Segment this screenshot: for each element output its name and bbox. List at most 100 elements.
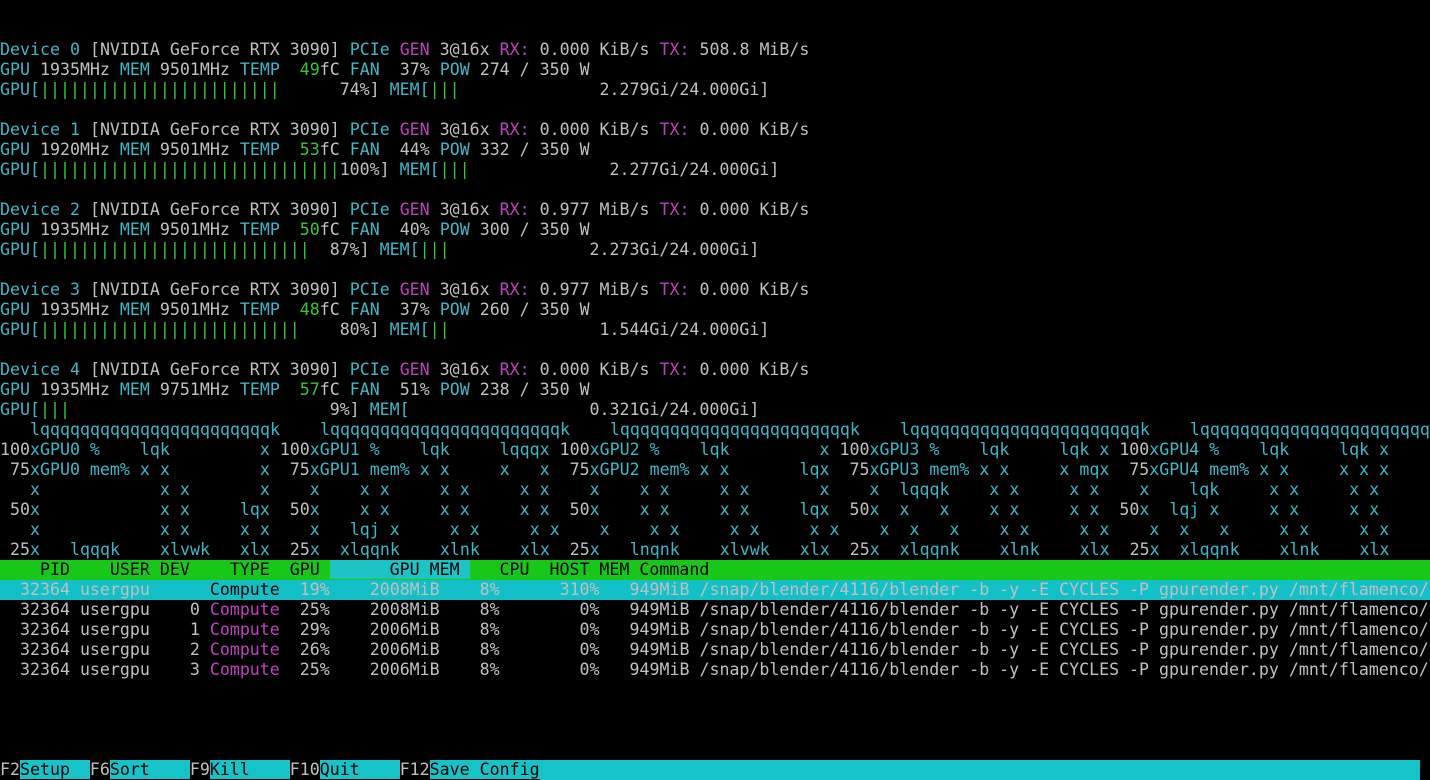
gpu-clock-label: GPU — [0, 300, 30, 319]
mem-clock-label: MEM — [119, 60, 150, 79]
gpu-util-percent: 100%] — [339, 160, 390, 179]
mem-usage-value: 2.273Gi/24.000Gi] — [589, 240, 760, 259]
mem-clock-value: 9501MHz — [159, 60, 230, 79]
device-name: [NVIDIA GeForce RTX 3090] — [89, 200, 340, 219]
tx-label: TX: — [659, 40, 690, 59]
temp-unit: fC — [319, 300, 340, 319]
fan-value: 37% — [399, 60, 430, 79]
gpu-mem-percent-cell: 8% — [459, 620, 500, 639]
user-cell: usergpu — [79, 640, 150, 659]
mem-usage-value: 2.277Gi/24.000Gi] — [609, 160, 780, 179]
process-row[interactable]: 32364 usergpu 2 Compute 26% 2006MiB 8% 0… — [0, 640, 1430, 660]
device-block: Device 1 [NVIDIA GeForce RTX 3090] PCIe … — [0, 120, 1430, 200]
function-key[interactable]: F2 — [0, 760, 20, 779]
fan-label: FAN — [349, 60, 380, 79]
cpu-cell: 0% — [529, 660, 600, 679]
gpu-history-graphs: lqqqqqqqqqqqqqqqqqqqqqqqk lqqqqqqqqqqqqq… — [0, 380, 1430, 599]
function-key-bar: F2Setup F6Sort F9Kill F10Quit F12Save Co… — [0, 760, 1430, 780]
dev-cell: 1 — [179, 620, 200, 639]
pcie-label: PCIe — [349, 120, 390, 139]
function-key[interactable]: F10 — [289, 760, 320, 779]
function-key-label[interactable]: Save Config — [429, 760, 540, 779]
gpu-mem-cell: 2006MiB — [359, 620, 440, 639]
process-row[interactable]: 32364 usergpu 0 Compute 25% 2008MiB 8% 0… — [0, 600, 1430, 620]
gen-label: GEN — [399, 120, 430, 139]
gpu-util-percent: 74%] — [339, 80, 380, 99]
gpu-mem-percent-cell: 8% — [459, 580, 500, 599]
process-table-header[interactable]: PID USER DEV TYPE GPU GPU MEM CPU HOST M… — [0, 560, 1430, 580]
pid-cell: 32364 — [19, 620, 70, 639]
function-key[interactable]: F6 — [89, 760, 110, 779]
power-label: POW — [439, 140, 470, 159]
device-name: [NVIDIA GeForce RTX 3090] — [89, 280, 340, 299]
gpu-cell: 26% — [299, 640, 330, 659]
gen-value: 3@16x — [439, 360, 490, 379]
mem-usage-bar: || — [429, 320, 450, 339]
function-key-label[interactable]: Kill — [209, 760, 290, 779]
device-header-line: Device 3 [NVIDIA GeForce RTX 3090] PCIe … — [0, 280, 1430, 300]
type-cell: Compute — [209, 600, 280, 619]
gpu-util-bar-open: GPU[ — [0, 240, 40, 259]
process-row[interactable]: 32364 usergpu 1 Compute 29% 2006MiB 8% 0… — [0, 620, 1430, 640]
device-label: Device — [0, 200, 60, 219]
gpu-clock-value: 1920MHz — [39, 140, 110, 159]
pcie-label: PCIe — [349, 360, 390, 379]
device-block: Device 2 [NVIDIA GeForce RTX 3090] PCIe … — [0, 200, 1430, 280]
temp-value: 49 — [299, 60, 320, 79]
power-label: POW — [439, 300, 470, 319]
rx-value: 0.977 MiB/s — [539, 280, 650, 299]
graph-row: lqqqqqqqqqqqqqqqqqqqqqqqk lqqqqqqqqqqqqq… — [29, 420, 1430, 439]
rx-label: RX: — [499, 120, 530, 139]
cpu-cell: 0% — [529, 640, 600, 659]
mem-usage-bar: ||| — [439, 160, 470, 179]
gen-value: 3@16x — [439, 40, 490, 59]
device-clock-line: GPU 1935MHz MEM 9501MHz TEMP 50fC FAN 40… — [0, 220, 1430, 240]
power-value: 300 / 350 W — [479, 220, 590, 239]
power-label: POW — [439, 60, 470, 79]
mem-clock-label: MEM — [119, 140, 150, 159]
function-key-label[interactable]: Setup — [19, 760, 90, 779]
device-header-line: Device 0 [NVIDIA GeForce RTX 3090] PCIe … — [0, 40, 1430, 60]
temp-label: TEMP — [239, 220, 280, 239]
user-cell: usergpu — [79, 660, 150, 679]
dev-cell — [180, 580, 200, 599]
power-label: POW — [439, 220, 470, 239]
header-gpu-mem-sorted[interactable]: GPU MEM — [329, 560, 470, 579]
gpu-mem-percent-cell: 8% — [459, 600, 500, 619]
temp-label: TEMP — [239, 60, 280, 79]
function-key-label[interactable]: Quit — [319, 760, 400, 779]
type-cell: Compute — [209, 640, 280, 659]
tx-label: TX: — [659, 280, 690, 299]
gpu-util-bar: |||||||||||||||||||||||||||||| — [39, 160, 340, 179]
mem-usage-bar: ||| — [419, 240, 450, 259]
process-list[interactable]: 32364 usergpu Compute 19% 2008MiB 8% 310… — [0, 580, 1430, 680]
tx-label: TX: — [659, 120, 690, 139]
user-cell: usergpu — [79, 580, 150, 599]
dev-cell: 2 — [179, 640, 200, 659]
function-key[interactable]: F12 — [399, 760, 430, 779]
function-key-label[interactable]: Sort — [109, 760, 190, 779]
cpu-cell: 310% — [529, 580, 600, 599]
mem-usage-pad — [460, 80, 600, 99]
process-row[interactable]: 32364 usergpu Compute 19% 2008MiB 8% 310… — [0, 580, 1430, 600]
gen-label: GEN — [399, 280, 430, 299]
device-name: [NVIDIA GeForce RTX 3090] — [89, 360, 340, 379]
pid-cell: 32364 — [19, 640, 70, 659]
header-left: PID USER DEV TYPE GPU — [0, 560, 330, 579]
device-list: Device 0 [NVIDIA GeForce RTX 3090] PCIe … — [0, 40, 1430, 420]
rx-value: 0.977 MiB/s — [539, 200, 650, 219]
gpu-cell: 29% — [299, 620, 330, 639]
power-value: 332 / 350 W — [479, 140, 590, 159]
fan-value: 40% — [399, 220, 430, 239]
gpu-mem-cell: 2008MiB — [359, 580, 440, 599]
tx-value: 0.000 KiB/s — [699, 280, 810, 299]
device-clock-line: GPU 1935MHz MEM 9501MHz TEMP 49fC FAN 37… — [0, 60, 1430, 80]
pcie-label: PCIe — [349, 280, 390, 299]
gpu-mem-cell: 2006MiB — [359, 640, 440, 659]
function-key[interactable]: F9 — [189, 760, 210, 779]
graph-row: 75xGPU0 mem% x x x 75xGPU1 mem% x x x x … — [0, 460, 1390, 479]
gpu-util-bar: ||||||||||||||||||||||||||| — [39, 240, 310, 259]
process-row[interactable]: 32364 usergpu 3 Compute 25% 2006MiB 8% 0… — [0, 660, 1430, 680]
tx-value: 0.000 KiB/s — [699, 120, 810, 139]
